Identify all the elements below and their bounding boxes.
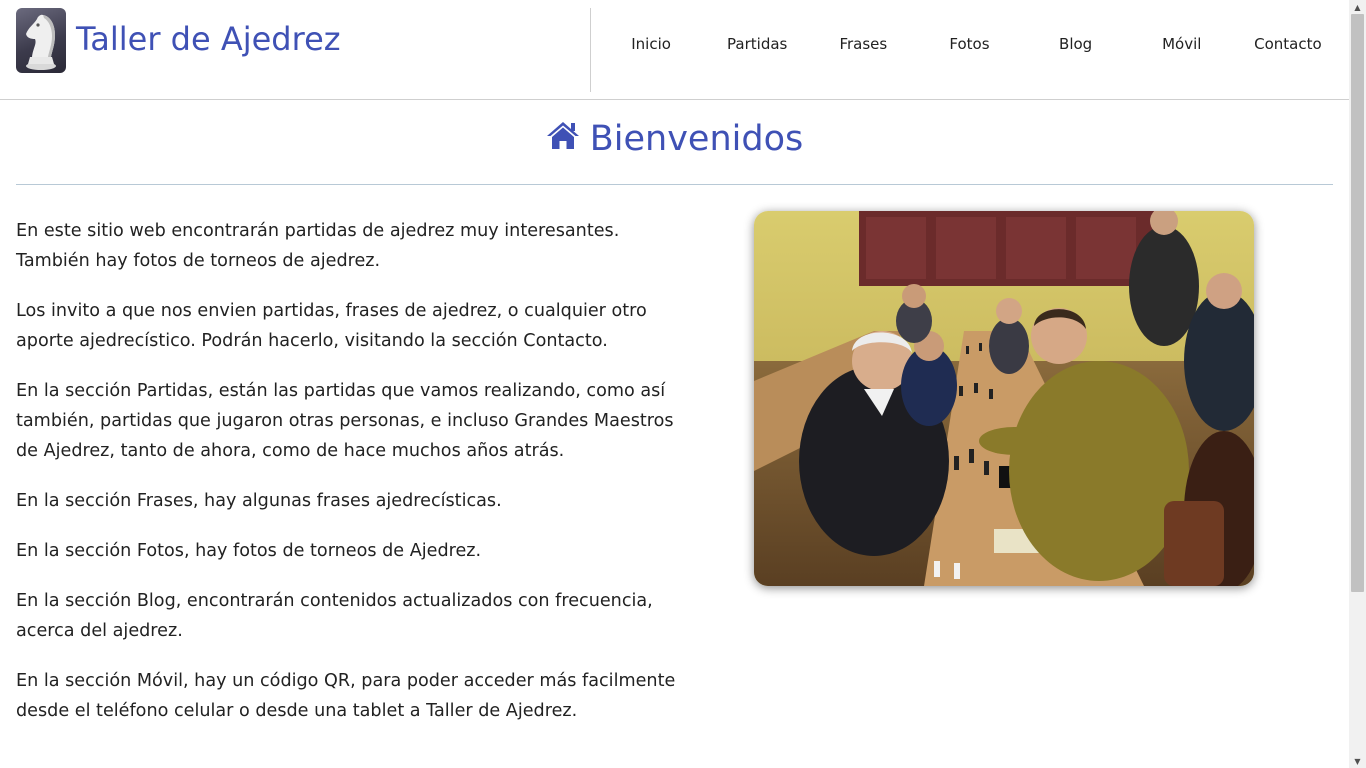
scrollbar-thumb[interactable] bbox=[1351, 14, 1364, 592]
home-icon bbox=[546, 119, 580, 159]
header-divider bbox=[590, 8, 591, 92]
site-header: Taller de Ajedrez Inicio Partidas Frases… bbox=[0, 0, 1349, 100]
welcome-text: En este sitio web encontrarán partidas d… bbox=[16, 216, 676, 746]
paragraph: En la sección Blog, encontrarán contenid… bbox=[16, 591, 653, 641]
paragraph: En la sección Móvil, hay un código QR, p… bbox=[16, 671, 676, 721]
nav-item-fotos[interactable]: Fotos bbox=[916, 0, 1022, 88]
main-nav: Inicio Partidas Frases Fotos Blog Móvil … bbox=[598, 0, 1341, 88]
nav-item-partidas[interactable]: Partidas bbox=[704, 0, 810, 88]
scroll-up-icon[interactable]: ▲ bbox=[1349, 0, 1366, 14]
nav-item-inicio[interactable]: Inicio bbox=[598, 0, 704, 88]
nav-item-blog[interactable]: Blog bbox=[1023, 0, 1129, 88]
nav-item-frases[interactable]: Frases bbox=[810, 0, 916, 88]
nav-item-contacto[interactable]: Contacto bbox=[1235, 0, 1341, 88]
chess-tournament-photo bbox=[754, 211, 1254, 586]
divider bbox=[16, 184, 1333, 185]
page-title: Bienvenidos bbox=[16, 115, 1333, 163]
paragraph: En la sección Frases, hay algunas frases… bbox=[16, 491, 502, 511]
paragraph: En este sitio web encontrarán partidas d… bbox=[16, 221, 620, 271]
nav-item-movil[interactable]: Móvil bbox=[1129, 0, 1235, 88]
page-title-text: Bienvenidos bbox=[589, 119, 804, 159]
scrollbar[interactable]: ▲ ▼ bbox=[1349, 0, 1366, 768]
chess-knight-icon[interactable] bbox=[16, 8, 66, 73]
site-title[interactable]: Taller de Ajedrez bbox=[76, 20, 341, 58]
scroll-down-icon[interactable]: ▼ bbox=[1349, 754, 1366, 768]
paragraph: En la sección Fotos, hay fotos de torneo… bbox=[16, 541, 482, 561]
paragraph: En la sección Partidas, están las partid… bbox=[16, 381, 674, 461]
paragraph: Los invito a que nos envien partidas, fr… bbox=[16, 301, 647, 351]
